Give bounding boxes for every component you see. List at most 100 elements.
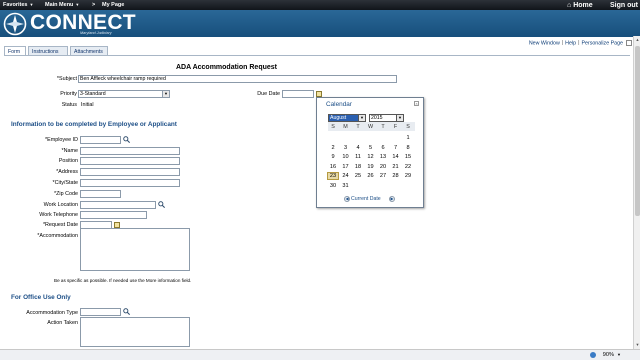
tab-attachments[interactable]: Attachments [70, 46, 108, 55]
next-month-icon[interactable]: ▶ [389, 196, 395, 202]
link-separator: | [561, 40, 564, 47]
year-select[interactable]: 2015 ▼ [369, 114, 404, 122]
calendar-day[interactable]: 22 [403, 164, 413, 170]
city-state-input[interactable] [80, 179, 180, 187]
scroll-down-icon[interactable]: ▼ [635, 342, 640, 348]
action-taken-label: Action Taken [47, 320, 78, 326]
new-window-link[interactable]: New Window [529, 40, 560, 46]
scroll-up-icon[interactable]: ▲ [635, 37, 640, 43]
month-select[interactable]: August ▼ [328, 114, 366, 122]
globe-icon [590, 352, 596, 358]
calendar-day[interactable]: 27 [378, 173, 388, 179]
calendar-day[interactable]: 15 [403, 154, 413, 160]
name-input[interactable] [80, 147, 180, 155]
calendar-day[interactable]: 12 [366, 154, 376, 160]
search-icon[interactable] [123, 136, 130, 143]
calendar-day[interactable]: 10 [341, 154, 351, 160]
calendar-day[interactable]: 6 [378, 145, 388, 151]
work-telephone-label: Work Telephone [39, 212, 78, 218]
page-options-icon[interactable] [626, 40, 632, 46]
top-nav-bar: Favorites ▼ Main Menu ▼ > My Page ⌂ Home S… [0, 0, 640, 10]
weekday-header: T [356, 124, 360, 130]
subject-input[interactable]: Ben Affleck wheelchair ramp required [78, 75, 397, 83]
calendar-day[interactable]: 3 [341, 145, 351, 151]
weekday-header: T [381, 124, 385, 130]
calendar-day[interactable]: 2 [328, 145, 338, 151]
due-date-label: Due Date [257, 91, 280, 97]
calendar-day[interactable]: 31 [341, 183, 351, 189]
favorites-menu[interactable]: Favorites ▼ [3, 2, 33, 8]
calendar-day[interactable]: 16 [328, 164, 338, 170]
calendar-day[interactable]: 9 [328, 154, 338, 160]
calendar-day-today[interactable]: 23 [327, 172, 339, 180]
section-employee-heading: Information to be completed by Employee … [11, 121, 177, 128]
calendar-day[interactable]: 26 [366, 173, 376, 179]
home-link[interactable]: ⌂ Home [567, 2, 593, 9]
current-date-link[interactable]: Current Date [351, 196, 381, 202]
search-icon[interactable] [123, 308, 130, 315]
work-location-input[interactable] [80, 201, 156, 209]
accommodation-type-input[interactable] [80, 308, 121, 316]
calendar-day[interactable]: 11 [353, 154, 363, 160]
calendar-day[interactable]: 5 [366, 145, 376, 151]
breadcrumb-my-page[interactable]: My Page [102, 2, 124, 8]
address-input[interactable] [80, 168, 180, 176]
weekday-header: M [343, 124, 348, 130]
name-label: *Name [61, 148, 78, 154]
logo-icon [3, 12, 27, 36]
position-input[interactable] [80, 157, 180, 165]
status-label: Status [61, 102, 77, 108]
calendar-day[interactable]: 8 [403, 145, 413, 151]
home-icon: ⌂ [567, 1, 572, 9]
calendar-popup: Calendar × August ▼ 2015 ▼ ◀ Current Date … [316, 97, 424, 208]
scrollbar-thumb[interactable] [635, 46, 640, 216]
accommodation-label: *Accommodation [37, 233, 78, 239]
calendar-day[interactable]: 29 [403, 173, 413, 179]
calendar-day[interactable]: 4 [353, 145, 363, 151]
calendar-day[interactable]: 7 [391, 145, 401, 151]
calendar-day[interactable]: 1 [403, 135, 413, 141]
zoom-level[interactable]: 90% [603, 352, 614, 358]
work-telephone-input[interactable] [80, 211, 147, 219]
priority-select[interactable]: 3-Standard ▼ [78, 90, 170, 98]
chevron-down-icon[interactable]: ▼ [617, 352, 621, 357]
employee-id-input[interactable] [80, 136, 121, 144]
calendar-day[interactable]: 17 [341, 164, 351, 170]
sign-out-link[interactable]: Sign out [610, 2, 638, 9]
close-icon[interactable]: × [414, 101, 419, 106]
calendar-day[interactable]: 19 [366, 164, 376, 170]
due-date-input[interactable] [282, 90, 314, 98]
vertical-scrollbar[interactable]: ▲ ▼ [633, 36, 640, 349]
zip-code-label: *Zip Code [54, 191, 78, 197]
previous-month-icon[interactable]: ◀ [344, 196, 350, 202]
calendar-day[interactable]: 30 [328, 183, 338, 189]
subject-label: *Subject [56, 76, 77, 82]
section-office-heading: For Office Use Only [11, 294, 71, 301]
calendar-day[interactable]: 18 [353, 164, 363, 170]
logo-subtitle: Maryland Judiciary [80, 31, 112, 35]
help-link[interactable]: Help [565, 40, 576, 46]
calendar-day[interactable]: 13 [378, 154, 388, 160]
main-menu[interactable]: Main Menu ▼ [45, 2, 79, 8]
status-value: Initial [81, 102, 94, 108]
weekday-header: W [367, 124, 374, 130]
priority-label: Priority [60, 91, 77, 97]
zip-code-input[interactable] [80, 190, 121, 198]
search-icon[interactable] [158, 201, 165, 208]
calendar-day[interactable]: 28 [391, 173, 401, 179]
breadcrumb-separator: > [92, 2, 96, 8]
calendar-day[interactable]: 14 [391, 154, 401, 160]
tab-instructions[interactable]: Instructions [28, 46, 68, 55]
calendar-day[interactable]: 25 [353, 173, 363, 179]
accommodation-textarea[interactable] [80, 228, 190, 271]
city-state-label: *City/State [52, 180, 78, 186]
personalize-page-link[interactable]: Personalize Page [581, 40, 623, 46]
calendar-day[interactable]: 24 [341, 173, 351, 179]
calendar-day[interactable]: 21 [391, 164, 401, 170]
calendar-title: Calendar [326, 101, 352, 108]
page-links: New Window | Help | Personalize Page [529, 40, 632, 46]
action-taken-textarea[interactable] [80, 317, 190, 347]
calendar-day[interactable]: 20 [378, 164, 388, 170]
tab-form[interactable]: Form [4, 46, 26, 55]
app-window: Favorites ▼ Main Menu ▼ > My Page ⌂ Home S… [0, 0, 640, 360]
